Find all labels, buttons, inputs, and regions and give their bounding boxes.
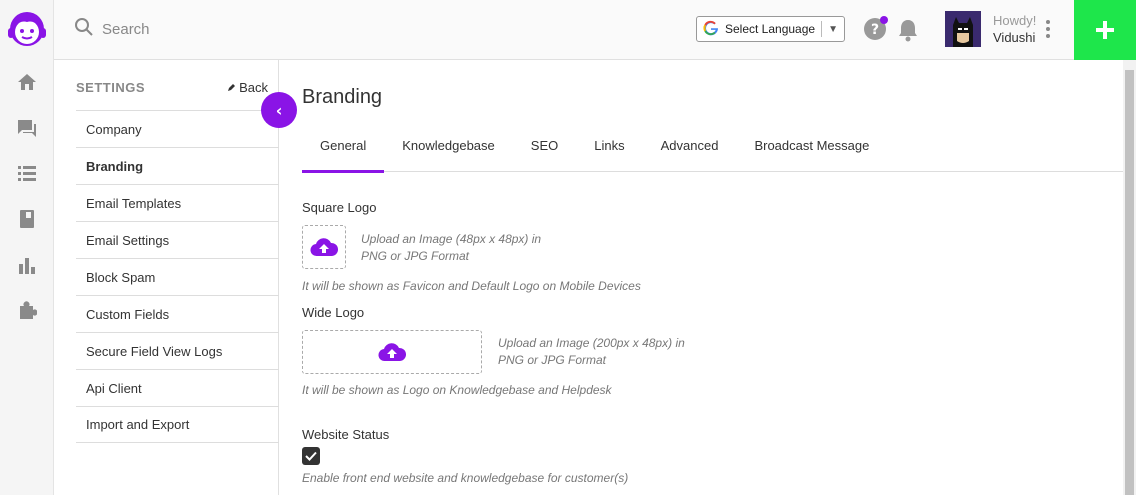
sidebar-item-secure-field-view-logs[interactable]: Secure Field View Logs (76, 332, 279, 369)
bar-chart-icon[interactable] (15, 253, 39, 277)
sidebar-item-company[interactable]: Company (76, 110, 279, 147)
top-bar: Search Select Language ▼ ? Howdy! Vidush… (54, 0, 1136, 60)
tab-seo[interactable]: SEO (513, 132, 576, 172)
help-icon[interactable]: ? (863, 16, 888, 40)
sidebar-item-block-spam[interactable]: Block Spam (76, 258, 279, 295)
upload-format: PNG or JPG Format (498, 353, 607, 367)
sidebar-item-branding[interactable]: Branding (76, 147, 279, 184)
sidebar-item-import-export[interactable]: Import and Export (76, 406, 279, 443)
greeting: Howdy! (993, 13, 1037, 28)
wide-logo-hint: It will be shown as Logo on Knowledgebas… (302, 383, 612, 397)
chevron-left-icon: ‹ (275, 100, 283, 120)
add-button[interactable] (1074, 0, 1136, 60)
puzzle-icon[interactable] (15, 299, 39, 323)
svg-text:?: ? (871, 22, 879, 38)
google-icon (703, 20, 721, 39)
divider (821, 21, 823, 37)
search-icon (74, 17, 94, 41)
tab-advanced[interactable]: Advanced (643, 132, 737, 172)
settings-menu: Company Branding Email Templates Email S… (76, 110, 279, 443)
plus-icon (1096, 21, 1114, 39)
tab-knowledgebase[interactable]: Knowledgebase (384, 132, 513, 172)
language-label: Select Language (725, 22, 816, 36)
search-bar[interactable]: Search (74, 17, 150, 41)
user-name[interactable]: Vidushi (993, 30, 1035, 45)
book-icon[interactable] (15, 207, 39, 231)
back-link[interactable]: Back (227, 80, 268, 95)
avatar[interactable] (945, 11, 981, 47)
collapse-sidebar-button[interactable]: ‹ (261, 92, 297, 128)
cloud-upload-icon (378, 343, 406, 362)
wide-logo-label: Wide Logo (302, 305, 365, 320)
tab-broadcast-message[interactable]: Broadcast Message (736, 132, 887, 172)
website-status-checkbox[interactable] (302, 447, 320, 465)
app: Search Select Language ▼ ? Howdy! Vidush… (0, 0, 1136, 495)
website-status-label: Website Status (302, 427, 390, 442)
page-title: Branding (302, 86, 383, 108)
upload-instructions: Upload an Image (48px x 48px) in (361, 232, 542, 246)
list-icon[interactable] (15, 161, 39, 185)
sidebar-item-api-client[interactable]: Api Client (76, 369, 279, 406)
upload-instructions: Upload an Image (200px x 48px) in (498, 336, 685, 350)
sidebar-item-custom-fields[interactable]: Custom Fields (76, 295, 279, 332)
sidebar-item-email-settings[interactable]: Email Settings (76, 221, 279, 258)
square-logo-upload-text: Upload an Image (48px x 48px) in PNG or … (361, 231, 541, 265)
settings-title: SETTINGS (76, 80, 146, 95)
app-logo[interactable] (6, 6, 48, 50)
square-logo-hint: It will be shown as Favicon and Default … (302, 279, 641, 293)
scrollbar-thumb[interactable] (1125, 70, 1134, 495)
search-input[interactable]: Search (102, 21, 150, 38)
more-options-icon[interactable] (1044, 18, 1052, 40)
settings-sidebar: SETTINGS Back Company Branding Email Tem… (54, 60, 279, 495)
tab-general[interactable]: General (302, 132, 385, 173)
back-label: Back (239, 80, 268, 95)
bell-icon[interactable] (897, 18, 919, 42)
upload-format: PNG or JPG Format (361, 249, 470, 263)
wide-logo-upload[interactable] (302, 330, 482, 374)
sidebar-item-email-templates[interactable]: Email Templates (76, 184, 279, 221)
dropdown-arrow-icon: ▼ (828, 23, 838, 35)
scrollbar[interactable] (1123, 60, 1136, 495)
cloud-upload-icon (310, 238, 338, 257)
wide-logo-upload-text: Upload an Image (200px x 48px) in PNG or… (498, 335, 685, 369)
home-icon[interactable] (15, 70, 39, 94)
main-content: Branding General Knowledgebase SEO Links… (280, 60, 1123, 495)
checkmark-icon (305, 451, 317, 461)
pencil-icon (228, 83, 236, 91)
left-rail (0, 0, 54, 495)
language-select[interactable]: Select Language ▼ (696, 16, 845, 42)
square-logo-upload[interactable] (302, 225, 346, 269)
square-logo-label: Square Logo (302, 200, 377, 215)
chat-icon[interactable] (15, 116, 39, 140)
website-status-hint: Enable front end website and knowledgeba… (302, 471, 629, 485)
tab-bar: General Knowledgebase SEO Links Advanced… (302, 132, 1123, 173)
tab-links[interactable]: Links (576, 132, 642, 172)
